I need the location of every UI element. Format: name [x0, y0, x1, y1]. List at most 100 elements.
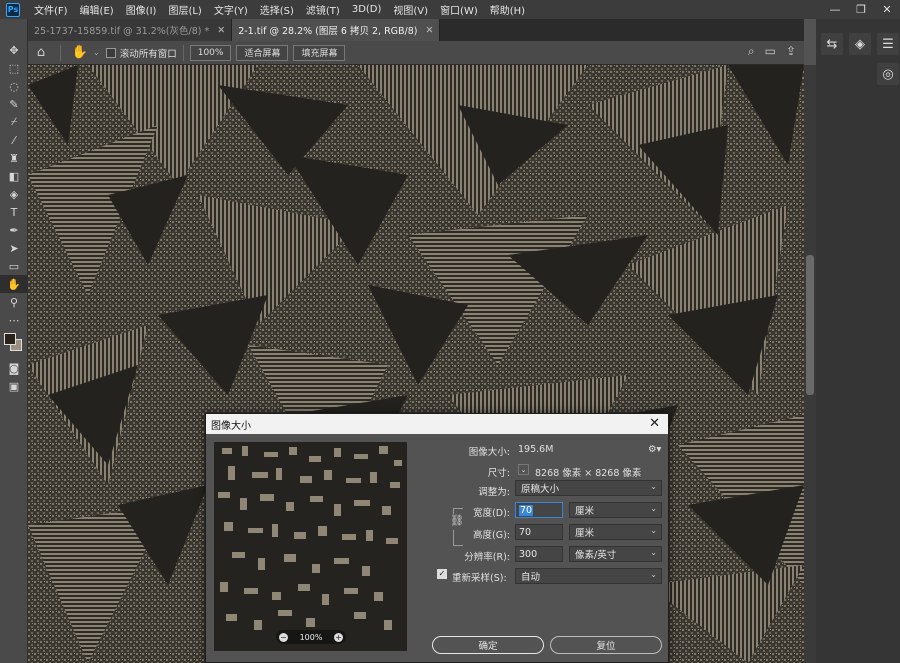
menu-filter[interactable]: 滤镜(T): [300, 2, 346, 17]
paint-bucket-tool-icon[interactable]: ◈: [0, 185, 28, 203]
marquee-tool-icon[interactable]: ⬚: [0, 59, 28, 77]
chevron-down-icon: ⌄: [650, 570, 657, 579]
move-tool-icon[interactable]: ✥: [0, 41, 28, 59]
menu-select[interactable]: 选择(S): [254, 2, 300, 17]
zoom-100-button[interactable]: 100%: [189, 44, 232, 61]
stamp-tool-icon[interactable]: ♜: [0, 149, 28, 167]
quick-mask-icon[interactable]: ◙: [0, 359, 28, 377]
menu-image[interactable]: 图像(I): [120, 2, 163, 17]
close-window-button[interactable]: ✕: [874, 3, 900, 16]
layers-panel-icon[interactable]: ◈: [849, 33, 871, 55]
libraries-panel-icon[interactable]: ◎: [877, 63, 899, 85]
chevron-down-icon[interactable]: ⌄: [518, 464, 529, 475]
fit-to-dropdown[interactable]: 原稿大小 ⌄: [515, 480, 662, 496]
width-label: 宽度(D):: [473, 508, 510, 519]
tools-panel: ✥ ⬚ ◌ ✎ ⌿ ⁄ ♜ ◧ ◈ T ✒ ➤ ▭ ✋ ⚲ ⋯ ◙ ▣: [0, 19, 28, 663]
ok-button[interactable]: 确定: [432, 636, 544, 654]
tab-label: 2-1.tif @ 28.2% (图层 6 拷贝 2, RGB/8): [238, 26, 418, 37]
resolution-value: 300: [519, 548, 538, 560]
zoom-tool-icon[interactable]: ⚲: [0, 293, 28, 311]
height-unit-dropdown[interactable]: 厘米 ⌄: [569, 524, 662, 540]
gear-icon[interactable]: ⚙▾: [648, 444, 661, 455]
close-icon[interactable]: ✕: [426, 25, 434, 36]
quick-select-tool-icon[interactable]: ✎: [0, 95, 28, 113]
resample-dropdown[interactable]: 自动 ⌄: [515, 568, 662, 584]
reset-button[interactable]: 复位: [550, 636, 662, 654]
menu-window[interactable]: 窗口(W): [434, 2, 484, 17]
resample-label: 重新采样(S):: [452, 573, 507, 584]
menu-type[interactable]: 文字(Y): [208, 2, 254, 17]
image-size-dialog: 图像大小 ✕ − 100% + 图像大小: 195.6M ⚙▾ 尺寸: ⌄ 82…: [205, 413, 669, 663]
share-icon[interactable]: ⇪: [786, 44, 796, 59]
fill-screen-button[interactable]: 填充屏幕: [293, 44, 346, 61]
resolution-unit: 像素/英寸: [575, 550, 617, 561]
height-input[interactable]: 70: [515, 524, 563, 540]
menu-layer[interactable]: 图层(L): [162, 2, 207, 17]
width-unit: 厘米: [575, 506, 595, 517]
close-icon[interactable]: ✕: [217, 25, 225, 36]
menu-bar: Ps 文件(F) 编辑(E) 图像(I) 图层(L) 文字(Y) 选择(S) 滤…: [0, 0, 900, 19]
type-tool-icon[interactable]: T: [0, 203, 28, 221]
menu-edit[interactable]: 编辑(E): [74, 2, 120, 17]
chevron-down-icon: ⌄: [650, 504, 657, 513]
foreground-color-swatch[interactable]: [4, 333, 16, 345]
eraser-tool-icon[interactable]: ◧: [0, 167, 28, 185]
path-select-tool-icon[interactable]: ➤: [0, 239, 28, 257]
preview-image: [214, 442, 407, 651]
search-icon[interactable]: ⌕: [748, 44, 755, 59]
minimize-button[interactable]: —: [822, 3, 848, 16]
workspace-icon[interactable]: ▭: [765, 44, 776, 59]
scroll-all-label: 滚动所有窗口: [119, 48, 177, 60]
tab-document-1[interactable]: 25-1737-15859.tif @ 31.2%(灰色/8) * ✕: [28, 19, 233, 41]
fit-screen-button[interactable]: 适合屏幕: [236, 44, 289, 61]
image-size-value: 195.6M: [518, 444, 554, 455]
dock-column-3: ☰ ◎: [874, 33, 900, 85]
close-icon[interactable]: ✕: [649, 416, 660, 431]
history-panel-icon[interactable]: ⇆: [821, 33, 843, 55]
resolution-unit-dropdown[interactable]: 像素/英寸 ⌄: [569, 546, 662, 562]
window-controls: — ❐ ✕: [822, 0, 900, 19]
menu-file[interactable]: 文件(F): [28, 2, 74, 17]
more-tools-icon[interactable]: ⋯: [0, 311, 28, 329]
scrollbar-thumb[interactable]: [806, 255, 814, 395]
hand-tool-icon[interactable]: ✋: [0, 275, 28, 293]
resample-checkbox[interactable]: ✓: [437, 569, 447, 579]
home-icon[interactable]: ⌂: [28, 41, 54, 65]
restore-button[interactable]: ❐: [848, 3, 874, 16]
width-unit-dropdown[interactable]: 厘米 ⌄: [569, 502, 662, 518]
scroll-all-checkbox[interactable]: [105, 47, 116, 58]
divider: [182, 44, 184, 61]
tab-label: 25-1737-15859.tif @ 31.2%(灰色/8) *: [34, 26, 210, 37]
lasso-tool-icon[interactable]: ◌: [0, 77, 28, 95]
pen-tool-icon[interactable]: ✒: [0, 221, 28, 239]
brush-tool-icon[interactable]: ⁄: [0, 131, 28, 149]
zoom-out-icon[interactable]: −: [279, 632, 288, 642]
height-unit: 厘米: [575, 528, 595, 539]
dimensions-label: 尺寸:: [487, 468, 510, 479]
fit-to-label: 调整为:: [478, 487, 510, 498]
dialog-title: 图像大小: [211, 420, 251, 432]
rectangle-tool-icon[interactable]: ▭: [0, 257, 28, 275]
tab-document-2[interactable]: 2-1.tif @ 28.2% (图层 6 拷贝 2, RGB/8) ✕: [232, 19, 441, 41]
eyedropper-tool-icon[interactable]: ⌿: [0, 113, 28, 131]
properties-panel-icon[interactable]: ☰: [877, 33, 899, 55]
hand-tool-icon[interactable]: ✋: [67, 41, 93, 65]
chevron-down-icon[interactable]: ⌄: [93, 48, 100, 57]
resolution-input[interactable]: 300: [515, 546, 563, 562]
preview-zoom-control: − 100% +: [276, 630, 346, 644]
vertical-scrollbar[interactable]: [804, 65, 816, 663]
option-right-icons: ⌕ ▭ ⇪: [748, 44, 796, 59]
fit-to-value: 原稿大小: [521, 484, 560, 495]
resolution-label: 分辨率(R):: [464, 552, 510, 563]
menu-view[interactable]: 视图(V): [387, 2, 434, 17]
zoom-in-icon[interactable]: +: [334, 632, 343, 642]
dock-column-1: ⇆: [818, 33, 846, 55]
width-input[interactable]: 70: [515, 502, 563, 518]
dock-column-2: ◈: [846, 33, 874, 55]
menu-3d[interactable]: 3D(D): [346, 4, 388, 15]
preview-pane[interactable]: − 100% +: [214, 442, 407, 651]
menu-help[interactable]: 帮助(H): [484, 2, 531, 17]
screen-mode-icon[interactable]: ▣: [0, 377, 28, 395]
chevron-down-icon: ⌄: [650, 482, 657, 491]
color-swatches[interactable]: [0, 329, 27, 359]
